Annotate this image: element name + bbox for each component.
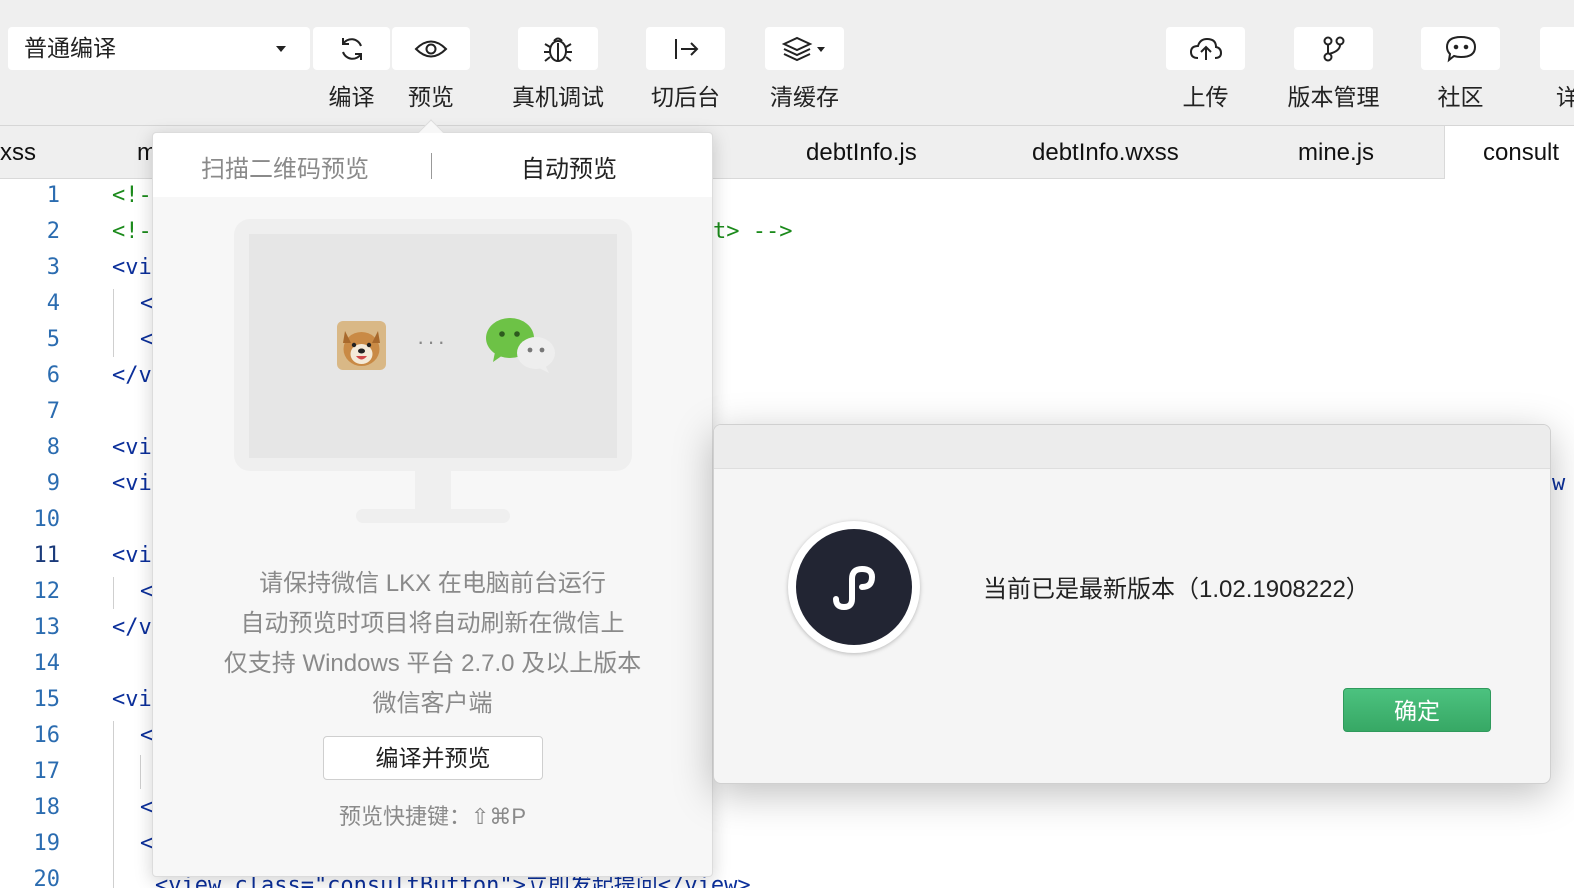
compile-mode-select[interactable]: 普通编译: [8, 27, 310, 70]
code-line: <vi: [112, 435, 152, 460]
update-message: 当前已是最新版本（1.02.1908222）: [983, 576, 1370, 603]
chat-bubble-icon: [1445, 35, 1476, 62]
cloud-upload-icon: [1189, 37, 1222, 60]
line-number: 10: [33, 507, 61, 532]
version-management-button[interactable]: [1294, 27, 1373, 70]
preview-label: 预览: [408, 84, 454, 110]
tab-debtinfo-wxss[interactable]: debtInfo.wxss: [1032, 126, 1179, 179]
code-line-tail: w: [1552, 471, 1566, 496]
remote-debug-label: 真机调试: [512, 84, 604, 110]
line-number: 4: [46, 291, 60, 316]
monitor-base: [356, 509, 510, 523]
refresh-icon: [341, 37, 362, 60]
line-number: 6: [46, 363, 60, 388]
clear-cache-label: 清缓存: [770, 84, 839, 110]
tab-separator: [431, 153, 432, 179]
community-button[interactable]: [1421, 27, 1500, 70]
preview-hint-line: 请保持微信 LKX 在电脑前台运行: [259, 570, 606, 597]
preview-mode-tabs: 扫描二维码预览 自动预览: [153, 133, 712, 197]
line-number: 15: [33, 687, 61, 712]
community-label: 社区: [1437, 84, 1484, 110]
compile-label: 编译: [328, 84, 375, 110]
update-dialog: 当前已是最新版本（1.02.1908222） 确定: [713, 424, 1551, 784]
code-line: </v: [112, 363, 152, 388]
preview-popover: 扫描二维码预览 自动预览 ··· 请保持微信 LKX 在电脑前台运行 自动预览时…: [152, 119, 713, 877]
chevron-down-icon: [276, 46, 286, 52]
line-number: 7: [46, 399, 60, 424]
indent-guide: [113, 577, 114, 609]
preview-hint-line: 自动预览时项目将自动刷新在微信上: [240, 610, 625, 637]
user-avatar: [337, 321, 386, 370]
compile-and-preview-button[interactable]: 编译并预览: [323, 736, 543, 780]
switch-background-label: 切后台: [651, 84, 720, 110]
code-line: </v: [112, 615, 152, 640]
clear-cache-button[interactable]: [765, 27, 844, 70]
toolbar: 普通编译 编译 预览 真机调试 切后台 清缓存 上传 版本管理 社区 详: [0, 0, 1574, 126]
tab-debtinfo-js[interactable]: debtInfo.js: [806, 126, 917, 179]
tab-xss[interactable]: xss: [0, 126, 36, 179]
tab-qrcode-preview[interactable]: 扫描二维码预览: [201, 149, 369, 184]
upload-label: 上传: [1182, 84, 1229, 110]
line-number: 8: [46, 435, 60, 460]
monitor-stand: [415, 471, 451, 511]
line-number: 17: [33, 759, 61, 784]
confirm-button[interactable]: 确定: [1343, 688, 1491, 732]
preview-hint-line: 微信客户端: [372, 690, 493, 717]
version-management-label: 版本管理: [1287, 84, 1380, 110]
remote-debug-button[interactable]: [518, 27, 598, 70]
line-number: 19: [33, 831, 61, 856]
code-line: <!-: [112, 183, 152, 208]
line-number: 16: [33, 723, 61, 748]
tab-auto-preview[interactable]: 自动预览: [521, 149, 617, 184]
layers-icon: [781, 36, 825, 61]
line-number: 5: [46, 327, 60, 352]
indent-guide: [140, 755, 141, 789]
code-line: <vi: [112, 687, 152, 712]
preview-shortcut-hint: 预览快捷键：⇧⌘P: [338, 804, 527, 829]
line-number-current: 11: [33, 543, 61, 568]
code-line: <vi: [112, 255, 152, 280]
preview-button[interactable]: [392, 27, 470, 70]
code-line-tail: t> -->: [713, 219, 793, 244]
details-button[interactable]: [1540, 27, 1574, 70]
bug-icon: [544, 37, 572, 62]
compile-mode-label: 普通编译: [24, 35, 116, 61]
line-number: 1: [46, 183, 60, 208]
branch-icon: [1323, 36, 1344, 61]
line-number: 12: [33, 579, 61, 604]
line-number: 3: [46, 255, 60, 280]
line-number: 18: [33, 795, 61, 820]
preview-hint-line: 仅支持 Windows 平台 2.7.0 及以上版本: [223, 650, 642, 677]
switch-background-icon: [674, 38, 698, 59]
line-number: 14: [33, 651, 61, 676]
code-line: <vi: [112, 543, 152, 568]
wechat-logo-icon: [485, 316, 557, 379]
upload-button[interactable]: [1166, 27, 1245, 70]
compile-button[interactable]: [313, 27, 390, 70]
line-number: 2: [46, 219, 60, 244]
miniprogram-logo-icon: [796, 529, 912, 645]
code-line: <vi: [112, 471, 152, 496]
details-label: 详: [1556, 84, 1574, 110]
indent-guide: [113, 289, 114, 357]
connection-dots: ···: [417, 329, 448, 354]
tab-consult[interactable]: consult: [1444, 126, 1574, 180]
code-line: <!-: [112, 219, 152, 244]
line-number: 9: [46, 471, 60, 496]
switch-background-button[interactable]: [646, 27, 725, 70]
indent-guide: [113, 721, 114, 888]
line-number: 20: [33, 867, 61, 888]
tab-mine-js[interactable]: mine.js: [1298, 126, 1374, 179]
eye-icon: [414, 40, 448, 57]
dialog-titlebar[interactable]: [714, 425, 1550, 469]
line-number: 13: [33, 615, 61, 640]
app-logo: [788, 521, 920, 653]
